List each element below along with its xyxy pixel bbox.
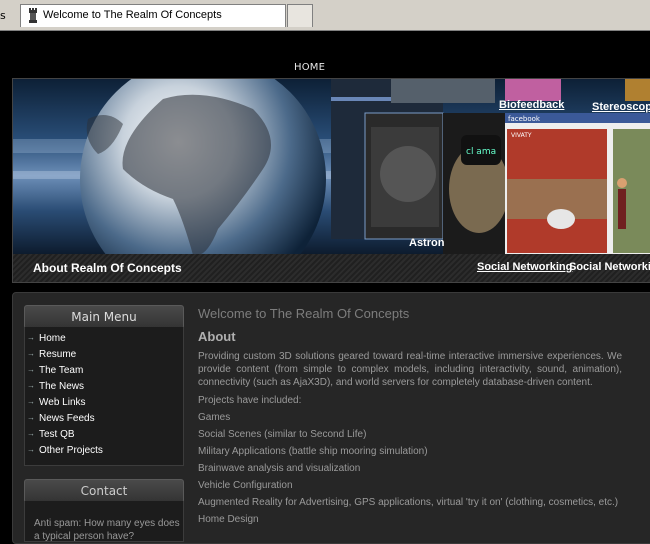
project-item: Home Design [198,514,259,525]
arrow-icon: → [27,397,35,406]
arrow-icon: → [27,349,35,358]
project-item: Social Scenes (similar to Second Life) [198,429,367,440]
menu-item-label: Home [39,333,66,344]
menu-item-label: The Team [39,365,84,376]
page-title: Welcome to The Realm Of Concepts [198,306,410,321]
biofeedback-link[interactable]: Biofeedback [499,99,564,111]
main-menu-header: Main Menu [24,305,184,329]
facebook-logo-text: facebook [508,115,541,123]
vivaty-logo-text: VIVATY [511,132,532,139]
project-item: Vehicle Configuration [198,480,293,491]
menu-item-test-qb[interactable]: → Test QB [27,429,75,440]
menu-item-other-projects[interactable]: → Other Projects [27,445,103,456]
header-banner: cl ama facebook VIVATY Biofeedback Stere… [12,78,650,256]
nav-home-link[interactable]: HOME [294,62,325,73]
main-menu: → Home → Resume → The Team → The News → Web L… [24,327,184,466]
project-item: Brainwave analysis and visualization [198,463,361,474]
stereoscopic-link[interactable]: Stereoscopi [592,101,650,113]
menu-item-the-news[interactable]: → The News [27,381,85,392]
arrow-icon: → [27,381,35,390]
previous-tab-stub[interactable]: s [0,6,16,26]
browser-tab[interactable]: Welcome to The Realm Of Concepts [20,4,286,27]
about-bar-title: About Realm Of Concepts [33,261,182,275]
arrow-icon: → [27,333,35,342]
projects-label: Projects have included: [198,395,302,406]
screenshot-thumbnail-strip [391,79,495,103]
browser-tab-bar: s Welcome to The Realm Of Concepts [0,0,650,31]
about-bar: About Realm Of Concepts Social Networkin… [12,254,650,283]
biofeedback-thumbnail [505,79,561,101]
arrow-icon: → [27,365,35,374]
social-networking-link[interactable]: Social Networking [477,261,572,273]
astronomy-label: Astron [409,237,445,249]
claima-screenshot-thumbnail: cl ama [443,113,509,255]
menu-item-label: Test QB [39,429,75,440]
arrow-icon: → [27,413,35,422]
arrow-icon: → [27,445,35,454]
menu-item-label: The News [39,381,85,392]
project-item: Games [198,412,231,423]
project-item: Military Applications (battle ship moori… [198,446,428,457]
browser-tab-title: Welcome to The Realm Of Concepts [43,9,222,21]
chess-piece-icon [29,8,37,23]
stereoscopic-thumbnail [625,79,650,101]
menu-item-web-links[interactable]: → Web Links [27,397,86,408]
menu-item-label: Web Links [39,397,86,408]
menu-item-label: Other Projects [39,445,103,456]
project-item: Augmented Reality for Advertising, GPS a… [198,497,619,508]
menu-item-home[interactable]: → Home [27,333,66,344]
menu-item-label: Resume [39,349,77,360]
intro-paragraph: Providing custom 3D solutions geared tow… [198,351,622,388]
claima-logo-text: cl ama [466,147,496,157]
main-content: Welcome to The Realm Of Concepts About P… [198,306,622,530]
menu-item-news-feeds[interactable]: → News Feeds [27,413,95,424]
antispam-question: Anti spam: How many eyes does a typical … [34,518,180,542]
menu-item-the-team[interactable]: → The Team [27,365,84,376]
facebook-vivaty-screenshot-thumbnail: facebook VIVATY [505,113,650,255]
social-networking-label: Social Networkin [569,261,650,273]
menu-item-label: News Feeds [39,413,95,424]
section-heading: About [198,329,236,344]
arrow-icon: → [27,429,35,438]
contact-header: Contact [24,479,184,503]
new-tab-button[interactable] [287,4,313,27]
menu-item-resume[interactable]: → Resume [27,349,77,360]
